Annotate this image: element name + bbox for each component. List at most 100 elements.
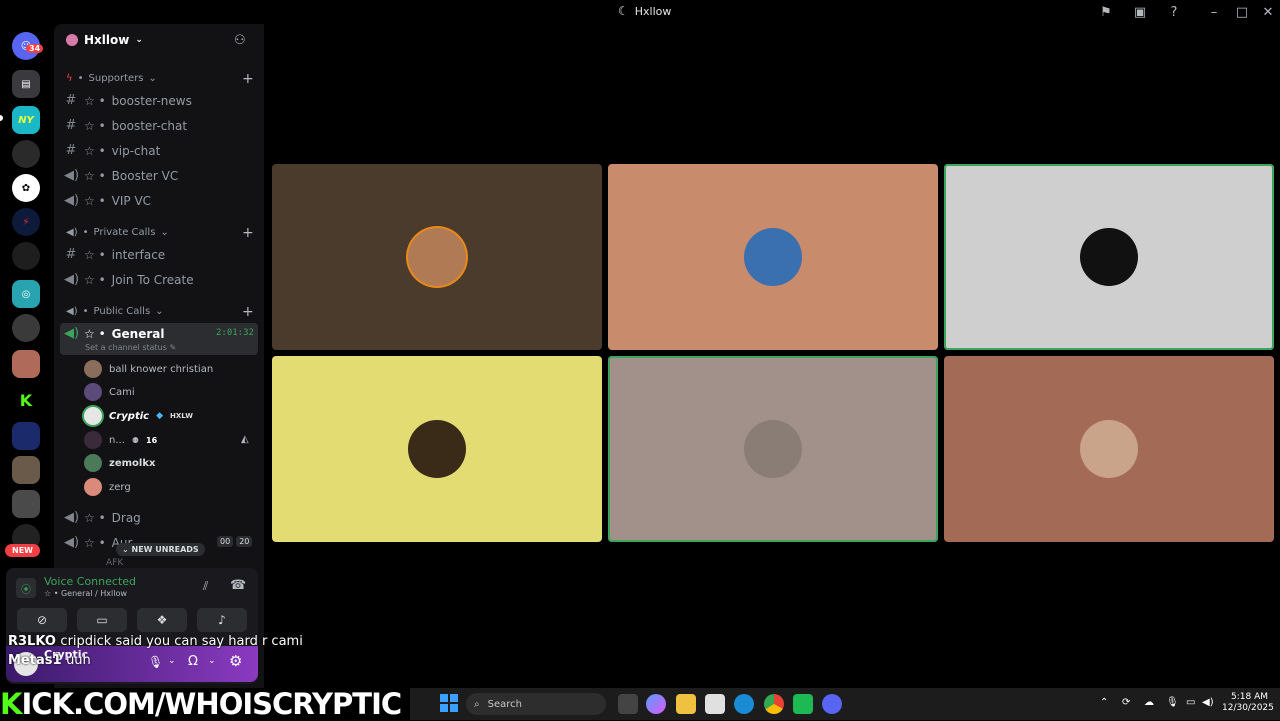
tray-volume-icon[interactable]: ◀) xyxy=(1202,697,1214,708)
video-tile-speaking[interactable] xyxy=(608,356,938,542)
channel-join-to-create[interactable]: ◀) ☆ • Join To Create xyxy=(64,272,194,287)
channel-booster-chat[interactable]: # ☆ • booster-chat xyxy=(64,118,188,133)
search-icon: ⌕ xyxy=(474,698,480,710)
create-channel-icon[interactable]: + xyxy=(242,304,254,320)
server-icon[interactable] xyxy=(12,456,40,484)
camera-button[interactable]: ⊘ xyxy=(17,608,67,632)
new-unreads-button[interactable]: ⌄ NEW UNREADS xyxy=(116,543,205,556)
voice-user[interactable]: ball knower christian xyxy=(84,360,213,378)
category-private-calls[interactable]: ◀) • Private Calls ⌄ xyxy=(66,227,169,238)
channel-drag[interactable]: ◀) ☆ • Drag xyxy=(64,510,141,525)
windows-start-icon[interactable] xyxy=(440,694,458,712)
screen-share-icon: ▭ xyxy=(96,613,108,627)
soundboard-icon: ♪ xyxy=(218,613,226,627)
tray-cloud-icon[interactable]: ☁ xyxy=(1144,697,1154,708)
chrome-icon[interactable] xyxy=(764,694,784,714)
voice-user[interactable]: zerg xyxy=(84,478,131,496)
channel-interface[interactable]: # ☆ • interface xyxy=(64,247,166,262)
copilot-icon[interactable] xyxy=(646,694,666,714)
file-explorer-icon[interactable] xyxy=(676,694,696,714)
server-header[interactable]: Hxllow ⌄ xyxy=(66,33,143,47)
channel-booster-news[interactable]: # ☆ • booster-news xyxy=(64,93,192,108)
stream-chat-overlay: R3LKO cripdick said you can say hard r c… xyxy=(8,634,303,668)
server-icon[interactable] xyxy=(12,314,40,342)
voice-user-self[interactable]: Cryptic ◆ HXLW xyxy=(84,407,193,425)
speaker-icon: ◀) xyxy=(64,168,80,183)
video-tile[interactable] xyxy=(608,164,938,350)
hashtag-icon: # xyxy=(65,143,77,158)
screen-share-button[interactable]: ▭ xyxy=(77,608,127,632)
edge-icon[interactable] xyxy=(734,694,754,714)
voice-location[interactable]: ☆ • General / Hxllow xyxy=(44,589,127,598)
server-icon[interactable] xyxy=(12,490,40,518)
voice-user[interactable]: Cami xyxy=(84,383,135,401)
hashtag-icon: # xyxy=(65,118,77,133)
app-icon[interactable] xyxy=(793,694,813,714)
server-icon[interactable]: ✿ xyxy=(12,174,40,202)
stream-banner: KICK.COM/WHOISCRYPTIC xyxy=(0,688,410,720)
activities-icon: ❖ xyxy=(156,613,168,627)
task-view-icon[interactable] xyxy=(618,694,638,714)
maximize-icon[interactable]: □ xyxy=(1234,4,1250,20)
help-icon[interactable]: ? xyxy=(1166,4,1182,20)
voice-user[interactable]: n... ⚉ 16 xyxy=(84,431,157,449)
participant-avatar xyxy=(408,420,466,478)
screen-share-icon[interactable]: ▣ xyxy=(1132,4,1148,20)
video-tile-speaking[interactable] xyxy=(944,164,1274,350)
store-icon[interactable] xyxy=(705,694,725,714)
speaker-icon: ◀) xyxy=(66,306,78,317)
channel-afk[interactable]: AFK xyxy=(64,558,123,568)
server-icon[interactable]: ⚡ xyxy=(12,208,40,236)
dm-badge: 34 xyxy=(26,44,44,53)
channel-booster-vc[interactable]: ◀) ☆ • Booster VC xyxy=(64,168,178,183)
video-tile[interactable] xyxy=(272,356,602,542)
server-icon[interactable] xyxy=(12,422,40,450)
channel-vip-chat[interactable]: # ☆ • vip-chat xyxy=(64,143,161,158)
chevron-down-icon: ⌄ xyxy=(148,73,157,84)
taskbar-search[interactable]: ⌕ Search xyxy=(466,693,606,715)
channel-vip-vc[interactable]: ◀) ☆ • VIP VC xyxy=(64,193,151,208)
signal-icon[interactable]: ⦿ xyxy=(16,578,36,598)
voice-user[interactable]: zemolkx xyxy=(84,454,155,472)
create-channel-icon[interactable]: + xyxy=(242,71,254,87)
create-channel-icon[interactable]: + xyxy=(242,225,254,241)
add-member-icon[interactable]: ⚇ xyxy=(234,33,246,48)
channel-status-hint[interactable]: Set a channel status ✎ xyxy=(85,343,176,352)
unread-pill xyxy=(0,115,3,121)
server-icon-kick[interactable]: K xyxy=(12,386,40,414)
tray-sync-icon[interactable]: ⟳ xyxy=(1122,697,1130,708)
new-badge[interactable]: NEW xyxy=(5,544,40,557)
video-tile[interactable] xyxy=(944,356,1274,542)
discord-taskbar-icon[interactable] xyxy=(822,694,842,714)
minimize-icon[interactable]: – xyxy=(1206,4,1222,20)
tray-clock[interactable]: 5:18 AM 12/30/2025 xyxy=(1222,692,1274,714)
hashtag-icon: # xyxy=(65,93,77,108)
chevron-down-icon: ⌄ xyxy=(135,35,143,45)
category-public-calls[interactable]: ◀) • Public Calls ⌄ xyxy=(66,306,164,317)
diamond-icon: ◆ xyxy=(156,411,164,421)
noise-suppression-icon[interactable]: ⫽ xyxy=(203,579,208,594)
tray-chevron-up-icon[interactable]: ⌃ xyxy=(1100,697,1108,708)
video-tile[interactable] xyxy=(272,164,602,350)
server-icon[interactable] xyxy=(12,140,40,168)
category-supporters[interactable]: ϟ • Supporters ⌄ xyxy=(66,73,157,84)
chevron-down-icon: ⌄ xyxy=(160,227,169,238)
participant-avatar xyxy=(1080,228,1138,286)
speaker-icon: ◀) xyxy=(64,535,80,550)
inbox-flag-icon[interactable]: ⚑ xyxy=(1098,4,1114,20)
speaker-active-icon: ◀) xyxy=(64,326,80,341)
server-icon-ny[interactable]: NY xyxy=(12,106,40,134)
close-icon[interactable]: ✕ xyxy=(1260,4,1276,20)
soundboard-button[interactable]: ♪ xyxy=(197,608,247,632)
tray-network-icon[interactable]: ▭ xyxy=(1186,697,1195,708)
server-icon[interactable]: ▤ xyxy=(12,70,40,98)
participant-avatar xyxy=(408,228,466,286)
server-icon[interactable] xyxy=(12,350,40,378)
avatar xyxy=(84,407,102,425)
server-icon-small xyxy=(66,34,78,46)
server-icon[interactable]: ◎ xyxy=(12,280,40,308)
tray-mic-icon[interactable]: 🎙 xyxy=(1166,697,1179,708)
server-icon[interactable] xyxy=(12,242,40,270)
activities-button[interactable]: ❖ xyxy=(137,608,187,632)
disconnect-icon[interactable]: ☎ xyxy=(230,578,246,593)
